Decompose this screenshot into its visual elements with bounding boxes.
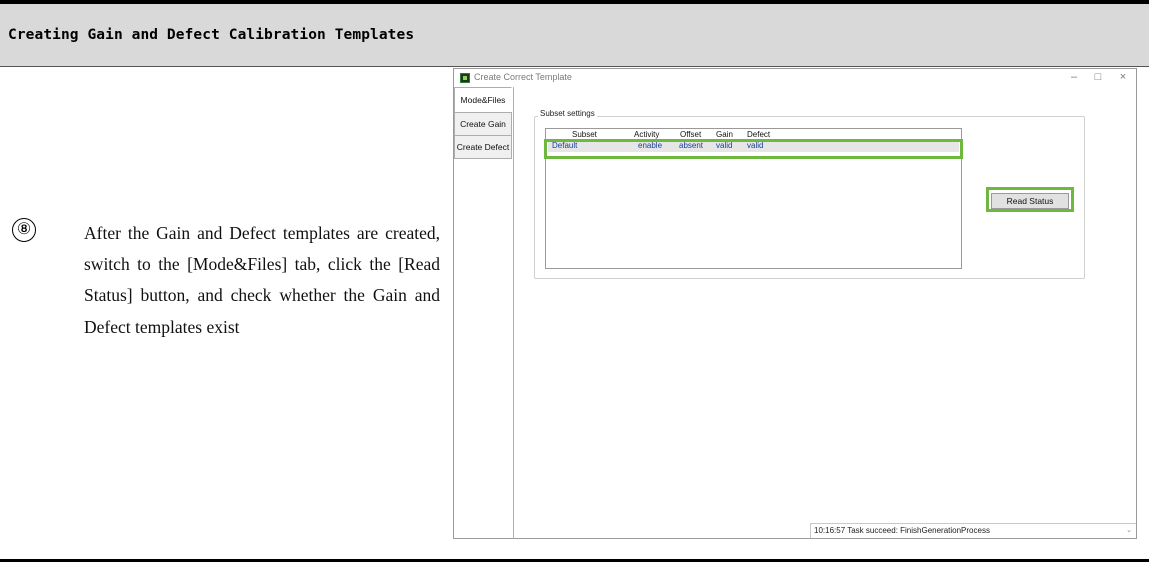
column-header-offset[interactable]: Offset bbox=[680, 130, 701, 139]
section-header: Creating Gain and Defect Calibration Tem… bbox=[0, 4, 1149, 66]
column-header-gain[interactable]: Gain bbox=[716, 130, 733, 139]
status-text: 10:16:57 Task succeed: FinishGenerationP… bbox=[814, 526, 990, 535]
window-title: Create Correct Template bbox=[474, 72, 572, 82]
chevron-down-icon[interactable]: ⌄ bbox=[1126, 524, 1132, 538]
row-highlight-box bbox=[544, 139, 963, 159]
header-divider bbox=[0, 66, 1149, 67]
step-number: ⑧ bbox=[12, 218, 36, 242]
tab-mode-files[interactable]: Mode&Files bbox=[454, 87, 512, 113]
tab-strip: Mode&Files Create Gain Create Defect bbox=[454, 87, 514, 159]
section-title: Creating Gain and Defect Calibration Tem… bbox=[8, 27, 415, 43]
tab-create-gain[interactable]: Create Gain bbox=[454, 112, 512, 136]
title-bar: Create Correct Template – □ × bbox=[454, 69, 1136, 87]
subset-settings-label: Subset settings bbox=[538, 109, 597, 118]
tab-create-defect[interactable]: Create Defect bbox=[454, 135, 512, 159]
tab-pane-border bbox=[513, 87, 514, 539]
bottom-rule bbox=[0, 559, 1149, 562]
column-header-activity[interactable]: Activity bbox=[634, 130, 659, 139]
maximize-button[interactable]: □ bbox=[1091, 70, 1105, 85]
button-highlight-box bbox=[986, 187, 1074, 212]
column-header-defect[interactable]: Defect bbox=[747, 130, 770, 139]
status-log[interactable]: 10:16:57 Task succeed: FinishGenerationP… bbox=[810, 523, 1136, 538]
column-header-subset[interactable]: Subset bbox=[572, 130, 597, 139]
close-button[interactable]: × bbox=[1116, 70, 1130, 85]
app-icon bbox=[460, 73, 470, 83]
minimize-button[interactable]: – bbox=[1067, 70, 1081, 85]
step-instruction: After the Gain and Defect templates are … bbox=[84, 223, 440, 337]
create-correct-template-window: Create Correct Template – □ × Mode&Files… bbox=[453, 68, 1137, 539]
